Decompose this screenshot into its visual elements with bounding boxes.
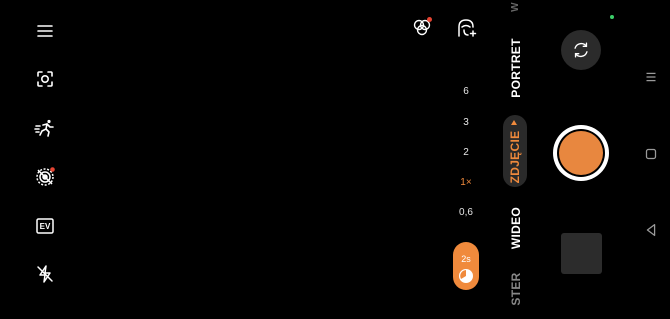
timer-label: 2s: [461, 254, 471, 264]
home-icon[interactable]: [641, 144, 661, 164]
gallery-thumbnail[interactable]: [561, 233, 602, 274]
motion-icon[interactable]: [33, 116, 57, 140]
beauty-icon[interactable]: [454, 16, 478, 40]
mode-partial-bottom: STER: [509, 272, 523, 306]
recent-apps-icon[interactable]: [641, 67, 661, 87]
zoom-3x[interactable]: 3: [448, 117, 484, 128]
zoom-1x[interactable]: 1×: [448, 177, 484, 188]
mode-partial-top: W: [510, 2, 521, 12]
zoom-6x[interactable]: 6: [448, 86, 484, 97]
mode-portrait[interactable]: PORTRET: [509, 28, 523, 108]
filters-icon[interactable]: [410, 16, 434, 40]
focus-icon[interactable]: [33, 67, 57, 91]
switch-camera-button[interactable]: [561, 30, 601, 70]
status-dot: [610, 15, 614, 19]
zoom-0-6x[interactable]: 0,6: [448, 207, 484, 218]
switch-camera-icon: [574, 42, 588, 58]
ev-label: EV: [39, 221, 51, 231]
flash-off-icon[interactable]: [33, 262, 57, 286]
timer-button[interactable]: 2s: [453, 242, 479, 290]
timer-icon: [458, 268, 474, 284]
back-icon[interactable]: [641, 220, 661, 240]
mode-photo[interactable]: ZDJĘCIE: [508, 117, 522, 197]
zoom-2x[interactable]: 2: [448, 147, 484, 158]
ev-icon[interactable]: EV: [33, 214, 57, 238]
live-photo-off-icon[interactable]: [33, 165, 57, 189]
mode-video[interactable]: WIDEO: [509, 188, 523, 268]
shutter-button[interactable]: [553, 125, 609, 181]
menu-icon[interactable]: [33, 19, 57, 43]
